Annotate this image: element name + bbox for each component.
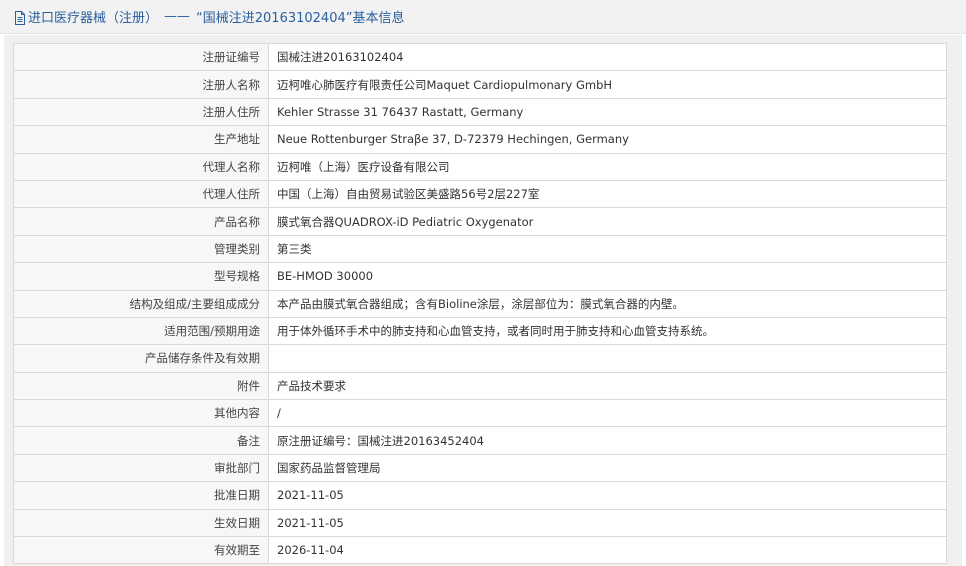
- field-label: 备注: [13, 426, 269, 455]
- field-label: 审批部门: [13, 453, 269, 483]
- table-row: 注册证编号 国械注进20163102404: [13, 42, 947, 72]
- field-value: 膜式氧合器QUADROX-iD Pediatric Oxygenator: [268, 207, 947, 236]
- field-value: 2021-11-05: [268, 508, 947, 538]
- field-label: 管理类别: [13, 234, 269, 264]
- field-value: 产品技术要求: [268, 371, 947, 401]
- field-label: 有效期至: [13, 536, 269, 565]
- field-label: 批准日期: [13, 481, 269, 510]
- device-info-table: 注册证编号 国械注进20163102404 注册人名称 迈柯唯心肺医疗有限责任公司Ma…: [13, 42, 947, 565]
- field-value: 国械注进20163102404: [268, 42, 947, 72]
- field-label: 型号规格: [13, 262, 269, 291]
- field-value: BE-HMOD 30000: [268, 262, 947, 291]
- field-value: 原注册证编号：国械注进20163452404: [268, 426, 947, 455]
- field-label: 代理人住所: [13, 179, 269, 209]
- page-header: 进口医疗器械（注册） —— “国械注进20163102404”基本信息: [0, 0, 966, 34]
- table-row: 生产地址 Neue Rottenburger Straβe 37, D-72379…: [13, 125, 947, 154]
- table-row: 生效日期 2021-11-05: [13, 508, 947, 538]
- table-row: 代理人名称 迈柯唯（上海）医疗设备有限公司: [13, 152, 947, 181]
- table-row: 结构及组成/主要组成成分 本产品由膜式氧合器组成；含有Bioline涂层，涂层部位…: [13, 289, 947, 318]
- field-label: 结构及组成/主要组成成分: [13, 289, 269, 318]
- field-label: 代理人名称: [13, 152, 269, 181]
- table-row: 附件 产品技术要求: [13, 371, 947, 401]
- field-value: 国家药品监督管理局: [268, 453, 947, 483]
- field-value: Neue Rottenburger Straβe 37, D-72379 Hec…: [268, 125, 947, 154]
- table-row: 代理人住所 中国（上海）自由贸易试验区美盛路56号2层227室: [13, 179, 947, 209]
- field-label: 注册人名称: [13, 70, 269, 99]
- field-value: 2026-11-04: [268, 536, 947, 565]
- table-row: 注册人名称 迈柯唯心肺医疗有限责任公司Maquet Cardiopulmonary…: [13, 70, 947, 99]
- table-row: 管理类别 第三类: [13, 234, 947, 264]
- table-row: 批准日期 2021-11-05: [13, 481, 947, 510]
- table-row: 产品储存条件及有效期: [13, 344, 947, 373]
- field-value: /: [268, 399, 947, 428]
- field-label: 适用范围/预期用途: [13, 316, 269, 346]
- table-row: 型号规格 BE-HMOD 30000: [13, 262, 947, 291]
- header-category: 进口医疗器械（注册）: [28, 11, 159, 26]
- table-row: 审批部门 国家药品监督管理局: [13, 453, 947, 483]
- field-value: 用于体外循环手术中的肺支持和心血管支持，或者同时用于肺支持和心血管支持系统。: [268, 316, 947, 346]
- field-value: 本产品由膜式氧合器组成；含有Bioline涂层，涂层部位为：膜式氧合器的内壁。: [268, 289, 947, 318]
- header-title: “国械注进20163102404”基本信息: [196, 11, 405, 26]
- field-value: 迈柯唯心肺医疗有限责任公司Maquet Cardiopulmonary GmbH: [268, 70, 947, 99]
- table-row: 备注 原注册证编号：国械注进20163452404: [13, 426, 947, 455]
- field-value: 迈柯唯（上海）医疗设备有限公司: [268, 152, 947, 181]
- document-icon: [14, 10, 26, 25]
- field-value: [268, 344, 947, 373]
- table-row: 其他内容 /: [13, 399, 947, 428]
- field-label: 产品名称: [13, 207, 269, 236]
- field-value: Kehler Strasse 31 76437 Rastatt, Germany: [268, 97, 947, 127]
- field-label: 产品储存条件及有效期: [13, 344, 269, 373]
- field-label: 生效日期: [13, 508, 269, 538]
- field-value: 中国（上海）自由贸易试验区美盛路56号2层227室: [268, 179, 947, 209]
- header-separator: ——: [164, 9, 191, 24]
- table-row: 适用范围/预期用途 用于体外循环手术中的肺支持和心血管支持，或者同时用于肺支持和心…: [13, 316, 947, 346]
- field-value: 2021-11-05: [268, 481, 947, 510]
- field-label: 其他内容: [13, 399, 269, 428]
- field-label: 生产地址: [13, 125, 269, 154]
- table-row: 有效期至 2026-11-04: [13, 536, 947, 565]
- page: 进口医疗器械（注册） —— “国械注进20163102404”基本信息 注册证编…: [0, 0, 966, 566]
- field-label: 注册证编号: [13, 42, 269, 72]
- field-value: 第三类: [268, 234, 947, 264]
- table-row: 产品名称 膜式氧合器QUADROX-iD Pediatric Oxygenator: [13, 207, 947, 236]
- table-row: 注册人住所 Kehler Strasse 31 76437 Rastatt, Ge…: [13, 97, 947, 127]
- field-label: 附件: [13, 371, 269, 401]
- field-label: 注册人住所: [13, 97, 269, 127]
